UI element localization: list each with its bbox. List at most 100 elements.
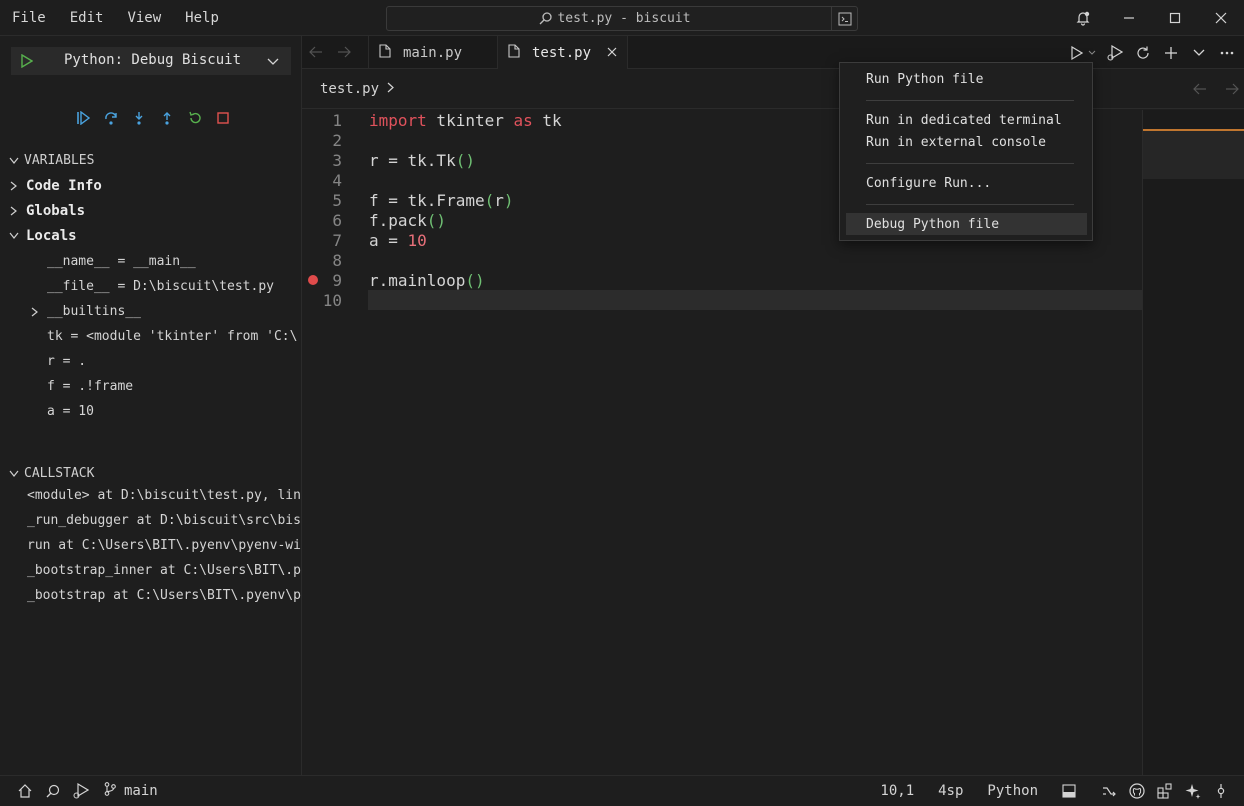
code-text: r = tk.Tk() — [369, 150, 475, 170]
menu-edit[interactable]: Edit — [58, 10, 116, 26]
code-text: import tkinter as tk — [369, 110, 562, 130]
callstack-frame[interactable]: _bootstrap at C:\Users\BIT\.pyenv\p — [27, 588, 301, 603]
status-left: main — [16, 782, 158, 800]
add-icon[interactable] — [1162, 44, 1180, 62]
restart-icon[interactable] — [184, 110, 206, 126]
menu-file[interactable]: File — [0, 10, 58, 26]
tree-item-locals[interactable]: Locals — [6, 228, 77, 244]
line-number: 5 — [332, 190, 342, 210]
variable-item[interactable]: tk = <module 'tkinter' from 'C:\ — [47, 329, 297, 344]
menu-view[interactable]: View — [115, 10, 173, 26]
tab-nav — [308, 44, 352, 64]
variable-item[interactable]: a = 10 — [47, 404, 94, 419]
editor-tab-bar: main.py test.py — [302, 36, 1244, 70]
command-search-bar[interactable]: test.py - biscuit — [386, 6, 858, 31]
git-branch-icon — [104, 782, 116, 800]
run-debug-icon[interactable] — [72, 782, 90, 800]
close-tab-icon[interactable] — [607, 45, 617, 61]
debug-toolbar — [72, 110, 234, 126]
search-icon[interactable] — [44, 782, 62, 800]
menu-help[interactable]: Help — [173, 10, 231, 26]
line-number: 7 — [332, 230, 342, 250]
callstack-frame[interactable]: <module> at D:\biscuit\test.py, lin — [27, 488, 301, 503]
minimap-viewport[interactable] — [1143, 131, 1244, 179]
start-debug-play-icon[interactable] — [21, 53, 34, 72]
variable-item[interactable]: r = . — [47, 354, 86, 369]
source-control-icon[interactable] — [1100, 782, 1118, 800]
tab-main-py[interactable]: main.py — [368, 36, 498, 69]
github-icon[interactable] — [1128, 782, 1146, 800]
back-arrow-icon[interactable] — [308, 44, 324, 64]
line-number: 8 — [332, 250, 342, 270]
code-text: f = tk.Frame(r) — [369, 190, 514, 210]
variable-item-expandable[interactable]: __builtins__ — [27, 304, 141, 319]
panel-toggle-icon[interactable] — [1060, 782, 1078, 800]
tree-item-label: Code Info — [26, 178, 102, 194]
run-dropdown-chevron-icon[interactable] — [1088, 44, 1096, 62]
more-options-icon[interactable] — [1218, 44, 1236, 62]
title-bar: File Edit View Help test.py - biscuit — [0, 0, 1244, 36]
callstack-frame[interactable]: _bootstrap_inner at C:\Users\BIT\.p — [27, 563, 301, 578]
variable-item[interactable]: f = .!frame — [47, 379, 133, 394]
menu-item-run-dedicated-terminal[interactable]: Run in dedicated terminal — [846, 109, 1087, 131]
tree-item-label: Locals — [26, 228, 77, 244]
maximize-icon[interactable] — [1152, 0, 1198, 36]
step-out-icon[interactable] — [156, 110, 178, 126]
callstack-frame[interactable]: run at C:\Users\BIT\.pyenv\pyenv-wi — [27, 538, 301, 553]
terminal-icon[interactable] — [831, 7, 857, 30]
notifications-bell-icon[interactable] — [1060, 0, 1106, 36]
line-number: 1 — [332, 110, 342, 130]
breakpoint-dot[interactable] — [308, 275, 318, 285]
continue-icon[interactable] — [72, 110, 94, 126]
chevron-down-icon[interactable] — [1190, 44, 1208, 62]
commit-icon[interactable] — [1212, 782, 1230, 800]
debug-sidebar: Python: Debug Biscuit VARIABLES Code Inf — [0, 36, 302, 775]
indentation[interactable]: 4sp — [938, 783, 963, 799]
minimap[interactable] — [1142, 110, 1244, 775]
line-number: 3 — [332, 150, 342, 170]
minimize-icon[interactable] — [1106, 0, 1152, 36]
close-window-icon[interactable] — [1198, 0, 1244, 36]
tree-item-globals[interactable]: Globals — [6, 203, 85, 219]
variable-item[interactable]: __file__ = D:\biscuit\test.py — [47, 279, 274, 294]
code-text: f.pack() — [369, 210, 447, 230]
code-line: 9 r.mainloop() — [302, 270, 1142, 290]
back-arrow-icon[interactable] — [1192, 81, 1208, 101]
tab-test-py[interactable]: test.py — [498, 36, 628, 70]
tab-label: test.py — [532, 44, 592, 61]
menu-item-run-python-file[interactable]: Run Python file — [846, 68, 1087, 90]
variable-item[interactable]: __name__ = __main__ — [47, 254, 196, 269]
extensions-icon[interactable] — [1156, 782, 1174, 800]
menu-item-run-external-console[interactable]: Run in external console — [846, 131, 1087, 153]
callstack-section-header[interactable]: CALLSTACK — [6, 466, 94, 481]
status-bar: main 10,1 4sp Python — [0, 775, 1244, 806]
cursor-position[interactable]: 10,1 — [880, 783, 914, 799]
forward-arrow-icon[interactable] — [1224, 81, 1240, 101]
editor-actions — [1068, 44, 1236, 62]
refresh-icon[interactable] — [1134, 44, 1152, 62]
callstack-title: CALLSTACK — [24, 466, 95, 481]
chevron-right-icon — [6, 181, 22, 191]
debug-config-select[interactable]: Python: Debug Biscuit — [11, 47, 291, 75]
step-over-icon[interactable] — [100, 110, 122, 126]
tree-item-code-info[interactable]: Code Info — [6, 178, 102, 194]
menu-item-debug-python-file[interactable]: Debug Python file — [846, 213, 1087, 235]
git-branch[interactable]: main — [104, 782, 158, 800]
stop-icon[interactable] — [212, 110, 234, 126]
forward-arrow-icon[interactable] — [336, 44, 352, 64]
step-into-icon[interactable] — [128, 110, 150, 126]
run-options-menu: Run Python file Run in dedicated termina… — [839, 62, 1093, 241]
file-icon — [508, 43, 520, 62]
run-play-icon[interactable] — [1068, 44, 1086, 62]
chevron-down-icon — [267, 55, 279, 70]
variables-section-header[interactable]: VARIABLES — [6, 153, 94, 168]
menu-item-configure-run[interactable]: Configure Run... — [846, 172, 1087, 194]
home-icon[interactable] — [16, 782, 34, 800]
breadcrumb-item[interactable]: test.py — [320, 81, 379, 97]
chevron-down-icon — [6, 470, 22, 478]
menu-separator — [866, 204, 1074, 205]
language-mode[interactable]: Python — [987, 783, 1038, 799]
debug-run-icon[interactable] — [1106, 44, 1124, 62]
callstack-frame[interactable]: _run_debugger at D:\biscuit\src\bis — [27, 513, 301, 528]
sparkle-ai-icon[interactable] — [1184, 782, 1202, 800]
